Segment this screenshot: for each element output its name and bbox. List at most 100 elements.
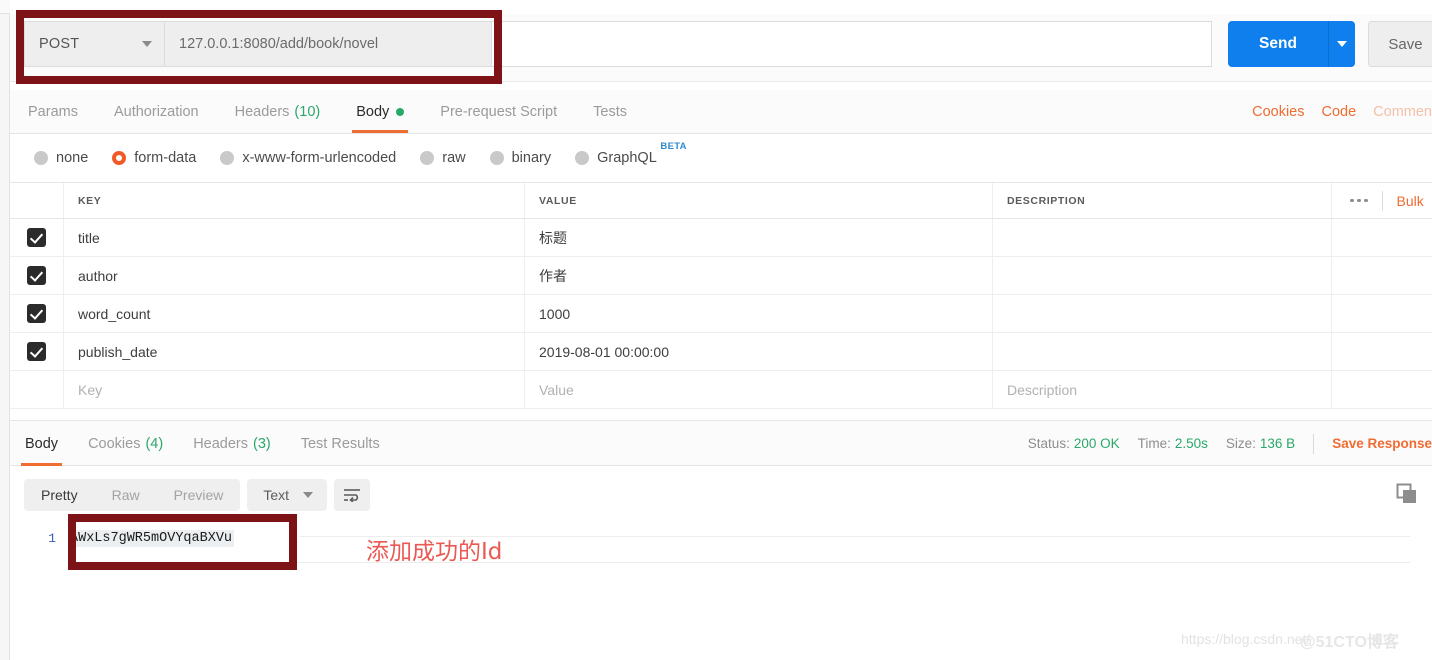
form-data-table: KEY VALUE DESCRIPTION Bulk title 标题 auth…	[10, 182, 1432, 409]
tab-authorization[interactable]: Authorization	[96, 90, 217, 133]
response-tab-headers[interactable]: Headers (3)	[178, 421, 286, 466]
table-options-icon[interactable]	[1350, 198, 1368, 203]
row-value: 作者	[539, 267, 567, 284]
size-badge: Size: 136 B	[1226, 436, 1295, 451]
radio-binary-label: binary	[511, 150, 552, 166]
radio-icon	[489, 151, 504, 165]
table-row[interactable]: publish_date 2019-08-01 00:00:00	[10, 333, 1432, 371]
row-key: title	[78, 229, 100, 246]
radio-raw[interactable]: raw	[420, 150, 466, 166]
save-button-label: Save	[1388, 35, 1423, 53]
watermark-url: https://blog.csdn.net/	[1181, 631, 1311, 647]
row-checkbox[interactable]	[27, 228, 46, 247]
response-tab-test-results[interactable]: Test Results	[286, 421, 395, 466]
sidebar-edge	[0, 0, 10, 660]
table-row[interactable]: word_count 1000	[10, 295, 1432, 333]
http-method-select[interactable]: POST	[24, 21, 164, 67]
copy-button[interactable]	[1396, 483, 1418, 510]
time-label: Time:	[1137, 436, 1171, 451]
response-tab-cookies-count: (4)	[145, 435, 164, 452]
sidebar-edge-top	[0, 0, 10, 14]
time-badge: Time: 2.50s	[1138, 436, 1208, 451]
tab-pre-request-script-label: Pre-request Script	[440, 103, 558, 120]
size-value: 136 B	[1259, 436, 1296, 451]
word-wrap-button[interactable]	[334, 479, 371, 511]
tab-body[interactable]: Body	[338, 90, 422, 133]
column-header-key: KEY	[78, 194, 102, 207]
row-value: 标题	[539, 229, 567, 246]
response-tab-cookies[interactable]: Cookies (4)	[73, 421, 178, 466]
divider	[1381, 190, 1383, 211]
response-tab-headers-label: Headers	[193, 435, 248, 452]
code-link[interactable]: Code	[1322, 104, 1357, 120]
status-value: 200 OK	[1073, 436, 1120, 451]
tab-headers[interactable]: Headers (10)	[217, 90, 339, 133]
tab-params[interactable]: Params	[10, 90, 96, 133]
request-tab-bar: Params Authorization Headers (10) Body P…	[10, 90, 1432, 134]
new-row-key-input[interactable]: Key	[78, 382, 102, 398]
chevron-down-icon	[303, 492, 314, 498]
radio-form-data-label: form-data	[134, 150, 197, 166]
response-tab-headers-count: (3)	[253, 435, 271, 452]
save-response-link[interactable]: Save Response	[1332, 436, 1432, 451]
tab-headers-label: Headers	[234, 103, 290, 120]
view-mode-preview[interactable]: Preview	[157, 479, 241, 511]
radio-graphql-label: GraphQL	[597, 150, 657, 166]
row-value: 2019-08-01 00:00:00	[539, 343, 669, 360]
body-modified-dot-icon	[396, 107, 405, 116]
send-options-button[interactable]	[1328, 21, 1355, 67]
radio-icon	[575, 151, 590, 165]
size-label: Size:	[1225, 436, 1256, 451]
response-tab-bar: Body Cookies (4) Headers (3) Test Result…	[10, 420, 1432, 466]
radio-none[interactable]: none	[34, 150, 88, 166]
view-mode-pretty[interactable]: Pretty	[24, 479, 95, 511]
http-method-value: POST	[39, 36, 80, 52]
cookies-link[interactable]: Cookies	[1252, 104, 1304, 120]
header-checkbox-cell	[10, 183, 64, 218]
copy-icon	[1396, 483, 1416, 503]
response-format-select[interactable]: Text	[247, 479, 328, 511]
radio-none-label: none	[56, 150, 89, 166]
new-row-description-input[interactable]: Description	[1007, 382, 1077, 398]
row-checkbox[interactable]	[27, 266, 46, 285]
request-url-input[interactable]: 127.0.0.1:8080/add/book/novel	[164, 21, 492, 67]
new-row-value-input[interactable]: Value	[539, 382, 574, 398]
response-tab-cookies-label: Cookies	[88, 435, 141, 452]
divider	[1313, 433, 1315, 454]
row-key: word_count	[78, 305, 151, 322]
save-button[interactable]: Save	[1368, 21, 1432, 67]
response-tab-body[interactable]: Body	[10, 421, 73, 466]
radio-form-data[interactable]: form-data	[112, 150, 196, 166]
radio-graphql[interactable]: GraphQL BETA	[575, 141, 686, 166]
status-badge: Status: 200 OK	[1028, 436, 1120, 451]
radio-selected-icon	[112, 151, 127, 165]
request-url-value: 127.0.0.1:8080/add/book/novel	[179, 36, 379, 52]
response-view-mode-group: Pretty Raw Preview	[24, 479, 241, 511]
radio-raw-label: raw	[442, 150, 466, 166]
postman-window: POST 127.0.0.1:8080/add/book/novel Send …	[0, 0, 1432, 660]
tab-tests[interactable]: Tests	[575, 90, 645, 133]
view-mode-raw[interactable]: Raw	[95, 479, 157, 511]
radio-x-www-form-urlencoded-label: x-www-form-urlencoded	[242, 150, 397, 166]
column-header-description: DESCRIPTION	[1007, 194, 1086, 207]
radio-binary[interactable]: binary	[489, 150, 552, 166]
column-header-value: VALUE	[539, 194, 577, 207]
send-button[interactable]: Send	[1228, 21, 1328, 67]
radio-icon	[34, 151, 48, 165]
response-tab-test-results-label: Test Results	[300, 435, 380, 452]
radio-x-www-form-urlencoded[interactable]: x-www-form-urlencoded	[220, 150, 396, 166]
tab-pre-request-script[interactable]: Pre-request Script	[422, 90, 575, 133]
time-value: 2.50s	[1174, 436, 1208, 451]
row-checkbox[interactable]	[27, 304, 46, 323]
table-row[interactable]: author 作者	[10, 257, 1432, 295]
table-row[interactable]: title 标题	[10, 219, 1432, 257]
bulk-edit-link[interactable]: Bulk	[1397, 193, 1424, 209]
comments-link[interactable]: Commen	[1373, 104, 1432, 120]
table-header-row: KEY VALUE DESCRIPTION Bulk	[10, 183, 1432, 219]
row-checkbox[interactable]	[27, 342, 46, 361]
response-tab-body-label: Body	[25, 435, 59, 452]
beta-badge: BETA	[660, 141, 687, 152]
table-row-empty[interactable]: Key Value Description	[10, 371, 1432, 409]
tab-tests-label: Tests	[593, 103, 627, 120]
request-url-input-extension[interactable]	[492, 21, 1212, 67]
